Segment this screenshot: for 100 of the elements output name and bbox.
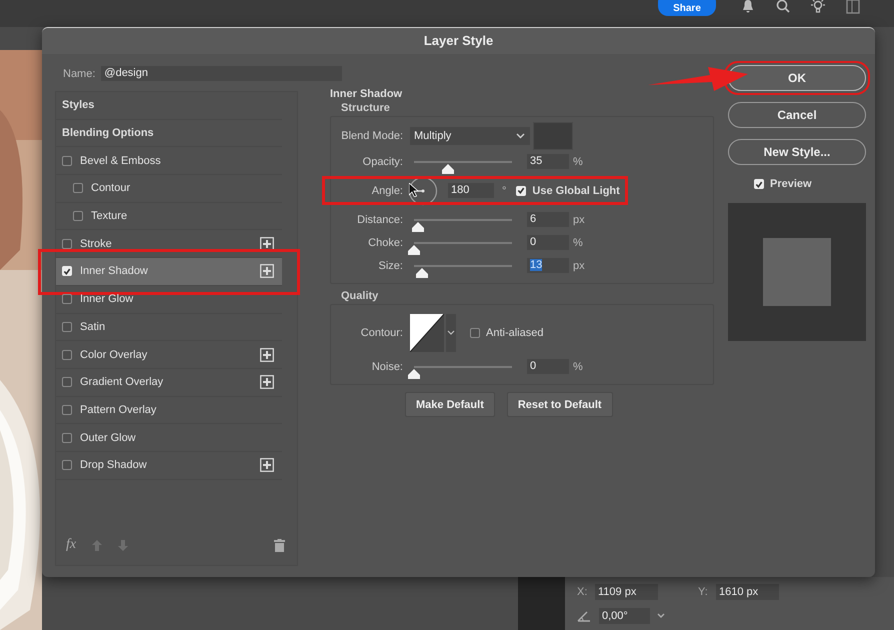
trash-icon[interactable] xyxy=(274,538,285,552)
dialog-button[interactable]: New Style... xyxy=(728,139,866,165)
slider-thumb[interactable] xyxy=(416,268,428,278)
item-label: Contour xyxy=(91,182,132,194)
style-list-item[interactable]: Satin xyxy=(56,314,282,342)
checkbox[interactable] xyxy=(62,404,72,415)
checkbox[interactable] xyxy=(470,328,480,338)
window-title: Layer Style xyxy=(42,28,875,54)
style-list-item[interactable]: Gradient Overlay xyxy=(56,368,282,397)
slider-thumb[interactable] xyxy=(412,222,424,232)
dialog-button[interactable]: OK xyxy=(728,65,866,91)
unit-label: ° xyxy=(502,184,506,196)
add-icon[interactable] xyxy=(260,264,274,278)
field-label: Choke: xyxy=(367,236,404,248)
name-field[interactable]: @design xyxy=(101,66,342,81)
default-button[interactable]: Reset to Default xyxy=(506,392,613,417)
item-label: Styles xyxy=(62,99,96,112)
item-label: Drop Shadow xyxy=(80,459,148,472)
item-label: Satin xyxy=(80,320,106,333)
value-field[interactable]: 35 xyxy=(527,154,569,169)
checkbox-label: Use Global Light xyxy=(532,184,620,196)
contour-preview[interactable] xyxy=(410,314,444,352)
field-label: Opacity: xyxy=(362,156,404,168)
checkbox-label: Preview xyxy=(770,178,812,190)
item-label: Stroke xyxy=(80,238,113,250)
style-list-item[interactable]: Outer Glow xyxy=(56,424,282,452)
group-title: Structure xyxy=(340,102,391,116)
checkbox[interactable] xyxy=(62,156,72,166)
chevron-icon[interactable] xyxy=(656,612,666,620)
panel-background xyxy=(518,577,565,630)
slider-thumb[interactable] xyxy=(408,368,420,378)
value-field[interactable]: 13 xyxy=(527,258,569,273)
add-icon[interactable] xyxy=(260,236,274,251)
dialog-button[interactable]: Cancel xyxy=(728,102,866,128)
unit-label: px xyxy=(573,260,585,272)
checkbox[interactable] xyxy=(62,460,72,470)
checkbox[interactable] xyxy=(62,294,72,304)
style-list-item[interactable]: Color Overlay xyxy=(56,341,282,369)
style-list-item[interactable]: Inner Glow xyxy=(56,286,282,314)
unit-label: px xyxy=(573,214,585,226)
checkbox-label: Anti-aliased xyxy=(486,327,544,339)
slider-thumb[interactable] xyxy=(408,244,420,254)
field-label: Contour: xyxy=(360,327,404,339)
style-list-item[interactable]: Texture xyxy=(56,202,282,230)
y-field[interactable]: 1610 px xyxy=(716,584,779,600)
style-list-item[interactable]: Bevel & Emboss xyxy=(56,147,282,176)
field-label: Blend Mode: xyxy=(340,130,404,142)
value-field[interactable]: 0 xyxy=(527,235,569,250)
style-list-item[interactable]: Inner Shadow xyxy=(56,258,282,286)
field-label: Y: xyxy=(698,586,709,598)
item-label: Bevel & Emboss xyxy=(80,154,162,167)
text-selection: 13 xyxy=(530,259,542,271)
checkbox[interactable] xyxy=(62,350,72,360)
item-label: Inner Glow xyxy=(80,293,134,306)
checkbox[interactable] xyxy=(73,211,83,222)
item-label: Texture xyxy=(91,210,128,222)
style-list-item[interactable]: Styles xyxy=(56,92,282,120)
checkbox[interactable] xyxy=(62,238,72,249)
name-label: Name: xyxy=(63,67,96,82)
fx-button[interactable]: fx xyxy=(66,537,76,553)
value-field[interactable]: 0 xyxy=(527,359,569,374)
search-icon[interactable] xyxy=(776,0,790,14)
angle-icon xyxy=(577,610,591,622)
chevron-icon[interactable] xyxy=(446,314,456,352)
field-label: Noise: xyxy=(370,360,404,372)
style-list-item[interactable]: Pattern Overlay xyxy=(56,396,282,424)
share-button[interactable]: Share xyxy=(658,0,716,16)
item-label: Gradient Overlay xyxy=(80,376,164,388)
lightbulb-icon[interactable] xyxy=(811,0,825,14)
bell-icon[interactable] xyxy=(741,0,755,14)
style-list-item[interactable]: Drop Shadow xyxy=(56,452,282,480)
item-label: Pattern Overlay xyxy=(80,404,158,416)
add-icon[interactable] xyxy=(260,458,274,472)
style-list-item[interactable]: Blending Options xyxy=(56,120,282,148)
x-field[interactable]: 1109 px xyxy=(595,584,658,600)
item-label: Color Overlay xyxy=(80,348,148,361)
value-field[interactable]: 6 xyxy=(527,212,569,227)
value-field[interactable]: 180 xyxy=(448,183,494,198)
preview-square xyxy=(763,238,831,306)
default-button[interactable]: Make Default xyxy=(405,392,495,417)
add-icon[interactable] xyxy=(260,348,274,362)
checkbox[interactable] xyxy=(73,183,83,194)
field-label: X: xyxy=(577,586,588,598)
unit-label: % xyxy=(573,156,583,168)
add-icon[interactable] xyxy=(260,375,274,390)
item-label: Outer Glow xyxy=(80,432,137,444)
checkbox[interactable] xyxy=(62,377,72,388)
item-label: Blending Options xyxy=(62,127,155,140)
chevron-icon xyxy=(516,133,525,139)
panel-icon[interactable] xyxy=(846,0,860,14)
style-list-item[interactable]: Contour xyxy=(56,175,282,203)
blend-mode-dropdown[interactable]: Multiply xyxy=(410,127,530,145)
checkbox[interactable] xyxy=(62,432,72,443)
cursor-icon xyxy=(409,183,419,197)
section-title: Inner Shadow xyxy=(330,88,404,100)
field-label: Distance: xyxy=(356,214,404,226)
slider-thumb[interactable] xyxy=(442,164,454,174)
checkbox[interactable] xyxy=(62,322,72,332)
field-label: Angle: xyxy=(370,184,404,196)
angle-field[interactable]: 0,00° xyxy=(599,608,650,624)
